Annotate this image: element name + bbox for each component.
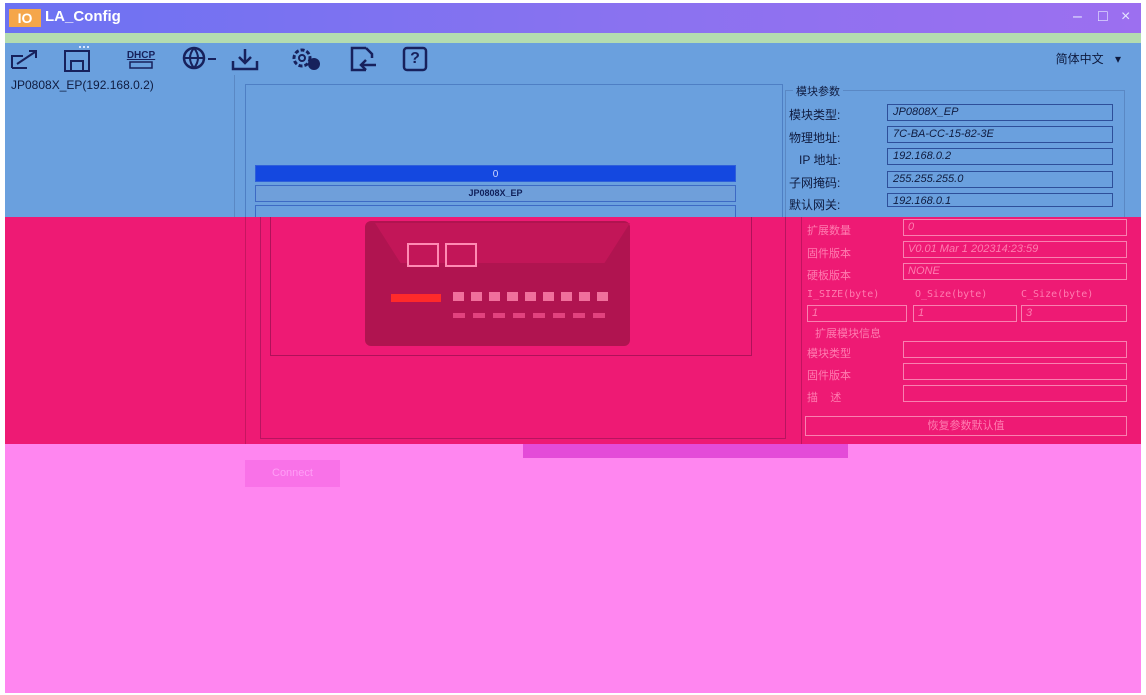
module-type-field[interactable]: JP0808X_EP	[887, 104, 1113, 121]
ext-module-type-field[interactable]	[903, 341, 1127, 358]
o-size-header: O_Size(byte)	[915, 289, 988, 300]
led-icon	[579, 292, 590, 301]
app-title: LA_Config	[45, 8, 121, 25]
o-size-field[interactable]: 1	[913, 305, 1017, 322]
terminal-icon	[573, 313, 585, 318]
terminal-icon	[553, 313, 565, 318]
c-size-field[interactable]: 3	[1021, 305, 1127, 322]
ip-address-label: IP 地址:	[799, 153, 841, 167]
ext-description-field[interactable]	[903, 385, 1127, 402]
help-label: ?	[410, 50, 420, 67]
chevron-down-icon: ▾	[1114, 52, 1121, 66]
led-icon	[489, 292, 500, 301]
ext-module-info-title: 扩展模块信息	[815, 328, 881, 340]
ip-address-field[interactable]: 192.168.0.2	[887, 148, 1113, 165]
dhcp-icon[interactable]: DHCP	[123, 45, 159, 73]
subnet-mask-field[interactable]: 255.255.255.0	[887, 171, 1113, 188]
hardware-version-field[interactable]: NONE	[903, 263, 1127, 280]
terminal-icon	[453, 313, 465, 318]
firmware-version-field[interactable]: V0.01 Mar 1 202314:23:59	[903, 241, 1127, 258]
terminal-icon	[473, 313, 485, 318]
led-icon	[525, 292, 536, 301]
help-icon[interactable]: ?	[399, 45, 431, 73]
i-size-header: I_SIZE(byte)	[807, 289, 880, 300]
save-icon[interactable]	[59, 45, 99, 73]
terminal-icon	[513, 313, 525, 318]
led-icon	[507, 292, 518, 301]
ext-firmware-label: 固件版本	[807, 370, 851, 382]
pink-overlay	[5, 444, 1141, 693]
terminal-icon	[533, 313, 545, 318]
download-icon[interactable]	[225, 45, 265, 73]
io-led-row	[453, 292, 623, 302]
module-params-title: 模块参数	[793, 83, 843, 99]
maximize-button[interactable]: □	[1098, 8, 1108, 26]
c-size-header: C_Size(byte)	[1021, 289, 1094, 300]
language-label: 简体中文	[1055, 52, 1104, 66]
terminal-row	[453, 313, 623, 319]
terminal-icon	[493, 313, 505, 318]
subnet-mask-label: 子网掩码:	[789, 176, 841, 190]
close-button[interactable]: ×	[1121, 8, 1130, 26]
network-scan-icon[interactable]	[181, 45, 223, 73]
gateway-label: 默认网关:	[789, 198, 841, 212]
export-icon[interactable]	[345, 45, 381, 73]
gateway-field[interactable]: 192.168.0.1	[887, 193, 1113, 207]
ethernet-port-icon	[407, 243, 439, 267]
device-list-item[interactable]: JP0808X_EP(192.168.0.2)	[11, 78, 154, 92]
ethernet-port-icon	[445, 243, 477, 267]
module-type-label: 模块类型:	[789, 108, 841, 122]
i-size-field[interactable]: 1	[807, 305, 907, 322]
settings-icon[interactable]	[285, 45, 327, 73]
connect-button[interactable]: Connect	[245, 460, 340, 487]
title-bar: IO LA_Config – □ ×	[5, 3, 1141, 33]
toolbar-strip	[5, 33, 1141, 43]
ext-count-label: 扩展数量	[807, 225, 851, 237]
search-device-icon[interactable]	[7, 45, 47, 73]
status-strip	[523, 444, 848, 458]
minimize-button[interactable]: –	[1073, 8, 1082, 26]
dhcp-label: DHCP	[126, 49, 156, 61]
toolbar: DHCP ? 简体中文 ▾	[5, 43, 1141, 75]
language-select[interactable]: 简体中文 ▾	[1056, 50, 1121, 67]
led-icon	[561, 292, 572, 301]
ext-firmware-field[interactable]	[903, 363, 1127, 380]
app-window: IO LA_Config – □ × DHCP ? 简体中文 ▾ JP0808X…	[5, 3, 1141, 693]
led-icon	[471, 292, 482, 301]
led-icon	[543, 292, 554, 301]
mac-address-label: 物理地址:	[789, 131, 841, 145]
ext-count-field[interactable]: 0	[903, 219, 1127, 236]
led-icon	[453, 292, 464, 301]
terminal-icon	[593, 313, 605, 318]
device-name-bar: JP0808X_EP	[255, 185, 736, 202]
mac-address-field[interactable]: 7C-BA-CC-15-82-3E	[887, 126, 1113, 143]
hardware-version-label: 硬板版本	[807, 270, 851, 282]
led-icon	[597, 292, 608, 301]
ext-module-type-label: 模块类型	[807, 348, 851, 360]
app-logo: IO	[9, 9, 41, 27]
device-list: JP0808X_EP(192.168.0.2)	[5, 75, 235, 220]
ext-description-label: 描 述	[807, 392, 842, 404]
reset-defaults-button[interactable]: 恢复参数默认值	[805, 416, 1127, 436]
progress-bar: 0	[255, 165, 736, 182]
status-led-icon	[391, 294, 441, 302]
firmware-version-label: 固件版本	[807, 248, 851, 260]
